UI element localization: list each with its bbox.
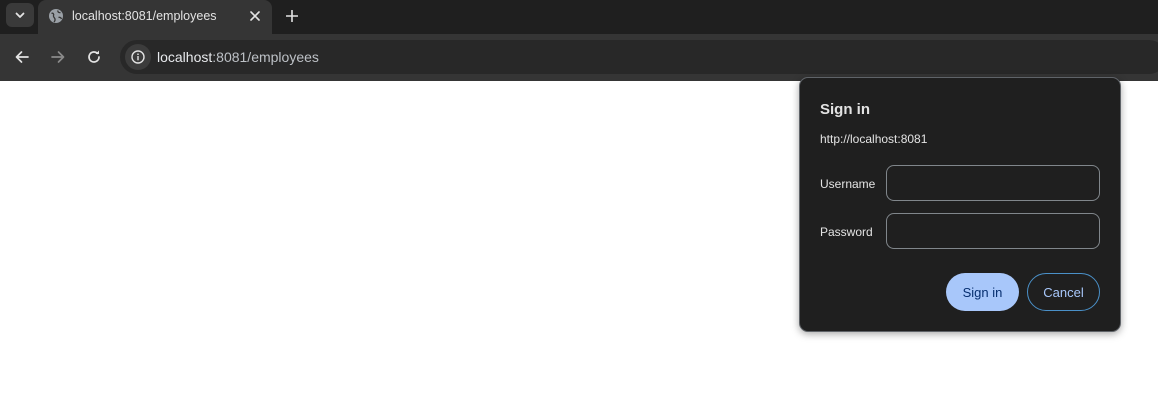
chevron-down-icon	[15, 12, 25, 18]
url-text: localhost:8081/employees	[157, 49, 319, 65]
sign-in-dialog: Sign in http://localhost:8081 Username P…	[799, 77, 1121, 332]
browser-tab[interactable]: localhost:8081/employees	[38, 0, 272, 34]
arrow-left-icon	[15, 51, 29, 63]
info-icon	[131, 50, 145, 64]
url-host: localhost	[157, 49, 213, 65]
dialog-origin: http://localhost:8081	[820, 132, 928, 146]
username-label: Username	[820, 177, 876, 191]
reload-button[interactable]	[82, 45, 106, 69]
dialog-title: Sign in	[820, 101, 870, 118]
sign-in-button[interactable]: Sign in	[946, 273, 1019, 311]
site-info-button[interactable]	[125, 44, 151, 70]
username-field[interactable]	[886, 165, 1100, 201]
address-bar[interactable]: localhost:8081/employees	[120, 40, 1158, 74]
password-field[interactable]	[886, 213, 1100, 249]
plus-icon	[286, 10, 298, 22]
back-button[interactable]	[10, 45, 34, 69]
close-icon	[250, 11, 260, 21]
password-label: Password	[820, 225, 873, 239]
tab-search-button[interactable]	[6, 3, 34, 27]
forward-button[interactable]	[46, 45, 70, 69]
tab-strip: localhost:8081/employees	[0, 0, 1158, 34]
tab-title: localhost:8081/employees	[72, 9, 217, 23]
globe-icon	[49, 9, 63, 23]
new-tab-button[interactable]	[280, 4, 304, 28]
tab-close-button[interactable]	[245, 6, 265, 26]
browser-toolbar: localhost:8081/employees	[0, 34, 1158, 81]
reload-icon	[88, 50, 100, 63]
cancel-button[interactable]: Cancel	[1027, 273, 1100, 311]
url-path: :8081/employees	[212, 49, 319, 65]
arrow-right-icon	[51, 51, 65, 63]
